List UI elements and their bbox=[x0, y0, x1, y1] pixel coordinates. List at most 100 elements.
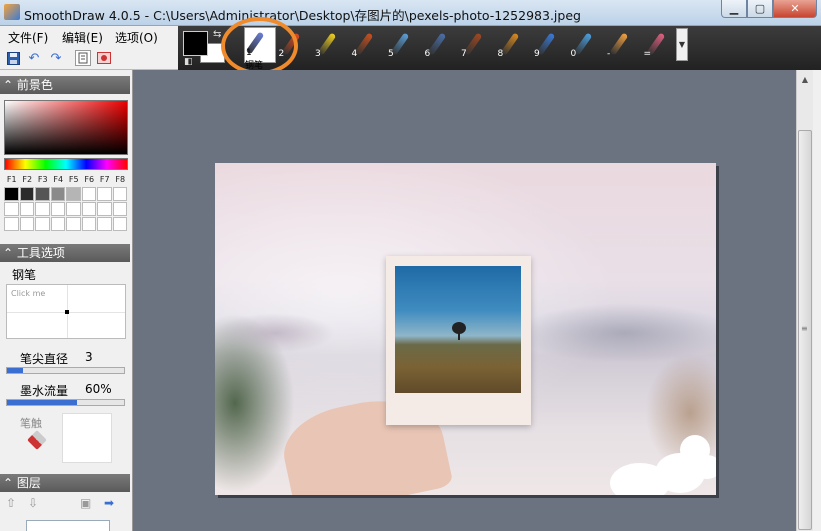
tool-sparkle-button[interactable]: 9 bbox=[534, 29, 566, 59]
fkey-label: F6 bbox=[84, 175, 95, 184]
highlight-annotation bbox=[221, 17, 298, 75]
ink-flow-slider[interactable] bbox=[6, 399, 125, 406]
landscape-image bbox=[395, 266, 521, 393]
layer-props-icon[interactable]: ▣ bbox=[80, 496, 91, 510]
color-swatch[interactable] bbox=[4, 202, 19, 216]
save-icon[interactable] bbox=[5, 50, 21, 66]
close-button[interactable]: ✕ bbox=[773, 0, 817, 18]
tool-shortcut-label: 9 bbox=[534, 49, 540, 59]
tool-shortcut-label: - bbox=[607, 49, 611, 59]
collapse-icon: ⌃ bbox=[3, 476, 14, 490]
menu-options[interactable]: 选项(O) bbox=[115, 29, 158, 46]
menu-file[interactable]: 文件(F) bbox=[8, 29, 48, 46]
layer-item[interactable] bbox=[26, 520, 110, 531]
vertical-scrollbar[interactable]: ▲ ≡ bbox=[796, 70, 813, 531]
layer-up-icon[interactable]: ⇧ bbox=[6, 496, 16, 510]
color-swatch[interactable] bbox=[4, 187, 19, 201]
window-controls: ▁ ▢ ✕ bbox=[721, 0, 817, 18]
reset-colors-icon[interactable]: ◧ bbox=[184, 57, 193, 67]
color-swatch[interactable] bbox=[81, 217, 96, 231]
fkey-labels: F1 F2 F3 F4 F5 F6 F7 F8 bbox=[4, 175, 128, 184]
pressure-curve-box[interactable]: Click me bbox=[6, 284, 126, 339]
fkey-label: F3 bbox=[37, 175, 48, 184]
color-swatch[interactable] bbox=[50, 217, 65, 231]
window-title: SmoothDraw 4.0.5 - C:\Users\Administrato… bbox=[24, 8, 581, 23]
tool-brush-button[interactable]: 4 bbox=[351, 29, 384, 59]
color-swatch[interactable] bbox=[97, 187, 112, 201]
redo-icon[interactable]: ↷ bbox=[48, 50, 64, 66]
scroll-up-icon[interactable]: ▲ bbox=[797, 72, 813, 88]
fkey-label: F2 bbox=[22, 175, 33, 184]
color-swatch[interactable] bbox=[19, 202, 34, 216]
foreground-panel-header[interactable]: ⌃ 前景色 bbox=[0, 76, 130, 94]
left-sidebar: ⌃ 前景色 F1 F2 F3 F4 F5 F6 F7 F8 ⌃ 工具选项 钢笔 Click m… bbox=[0, 70, 133, 531]
layer-down-icon[interactable]: ⇩ bbox=[28, 496, 38, 510]
ink-flow-label: 墨水流量 bbox=[20, 384, 69, 398]
window-edge bbox=[813, 70, 821, 531]
canvas-image[interactable] bbox=[215, 163, 716, 495]
title-bar: SmoothDraw 4.0.5 - C:\Users\Administrato… bbox=[0, 0, 821, 26]
color-swatch[interactable] bbox=[97, 217, 112, 231]
tip-diameter-slider[interactable] bbox=[6, 367, 125, 374]
collapse-icon: ⌃ bbox=[3, 78, 14, 92]
curve-hint: Click me bbox=[11, 289, 46, 298]
pressure-label: 笔触 bbox=[20, 417, 42, 430]
tool-smudge-finger-button[interactable]: - bbox=[607, 29, 639, 59]
tip-diameter-fill bbox=[7, 368, 24, 373]
fkey-label: F1 bbox=[6, 175, 17, 184]
tool-oil-brush-button[interactable]: 7 bbox=[461, 29, 493, 59]
color-swatch[interactable] bbox=[97, 202, 112, 216]
more-tools-button[interactable]: ▼ bbox=[676, 28, 688, 61]
color-swatch[interactable] bbox=[35, 202, 50, 216]
maximize-button[interactable]: ▢ bbox=[747, 0, 773, 18]
foreground-color-swatch[interactable] bbox=[183, 31, 208, 56]
tool-water-drop-button[interactable]: 0 bbox=[571, 29, 603, 59]
ink-flow-fill bbox=[7, 400, 78, 405]
color-swatch[interactable] bbox=[50, 187, 65, 201]
tool-shortcut-label: = bbox=[643, 49, 652, 59]
tool-crayon-button[interactable]: 3 bbox=[315, 29, 347, 59]
page-icon[interactable] bbox=[75, 50, 91, 66]
color-picker-box[interactable] bbox=[4, 100, 128, 155]
tool-shortcut-label: 8 bbox=[497, 49, 504, 59]
color-swatch[interactable] bbox=[19, 187, 34, 201]
tool-eraser-button[interactable]: = bbox=[643, 29, 676, 59]
tool-airbrush-button[interactable]: 5 bbox=[388, 29, 420, 59]
hue-slider[interactable] bbox=[4, 158, 128, 170]
image-icon[interactable] bbox=[96, 50, 112, 66]
color-swatch[interactable] bbox=[81, 187, 96, 201]
undo-icon[interactable]: ↶ bbox=[26, 50, 42, 66]
menu-edit[interactable]: 编辑(E) bbox=[62, 29, 103, 46]
color-swatch[interactable] bbox=[112, 187, 127, 201]
layer-merge-icon[interactable]: ➡ bbox=[104, 496, 114, 510]
color-swatch[interactable] bbox=[35, 187, 50, 201]
color-swatch[interactable] bbox=[50, 202, 65, 216]
color-swatch[interactable] bbox=[81, 202, 96, 216]
tool-flat-brush-button[interactable]: 8 bbox=[497, 29, 530, 59]
color-swatch[interactable] bbox=[19, 217, 34, 231]
color-swatch[interactable] bbox=[35, 217, 50, 231]
fkey-label: F8 bbox=[115, 175, 126, 184]
swatch-grid bbox=[4, 187, 127, 231]
tool-technical-pen-button[interactable]: 6 bbox=[425, 29, 457, 59]
color-swatch[interactable] bbox=[4, 217, 19, 231]
ink-flow-value: 60% bbox=[85, 382, 112, 396]
layers-header[interactable]: ⌃ 图层 bbox=[0, 474, 130, 492]
menu-bar: 文件(F) 编辑(E) 选项(O) bbox=[0, 26, 178, 46]
color-swatch[interactable] bbox=[66, 202, 81, 216]
color-swatch[interactable] bbox=[112, 202, 127, 216]
tool-options-header[interactable]: ⌃ 工具选项 bbox=[0, 244, 130, 262]
current-tool-name: 钢笔 bbox=[12, 268, 37, 282]
minimize-button[interactable]: ▁ bbox=[721, 0, 747, 18]
layers-title: 图层 bbox=[16, 476, 41, 490]
swap-colors-icon[interactable]: ⇆ bbox=[213, 29, 221, 40]
canvas-shadow-right bbox=[716, 166, 719, 498]
collapse-icon: ⌃ bbox=[3, 246, 14, 260]
tool-shortcut-label: 5 bbox=[388, 49, 394, 59]
color-swatch[interactable] bbox=[66, 217, 81, 231]
tip-diameter-value: 3 bbox=[85, 350, 93, 364]
curve-point[interactable] bbox=[65, 310, 69, 314]
color-swatch[interactable] bbox=[66, 187, 81, 201]
tool-shortcut-label: 4 bbox=[351, 49, 358, 59]
color-swatch[interactable] bbox=[112, 217, 127, 231]
